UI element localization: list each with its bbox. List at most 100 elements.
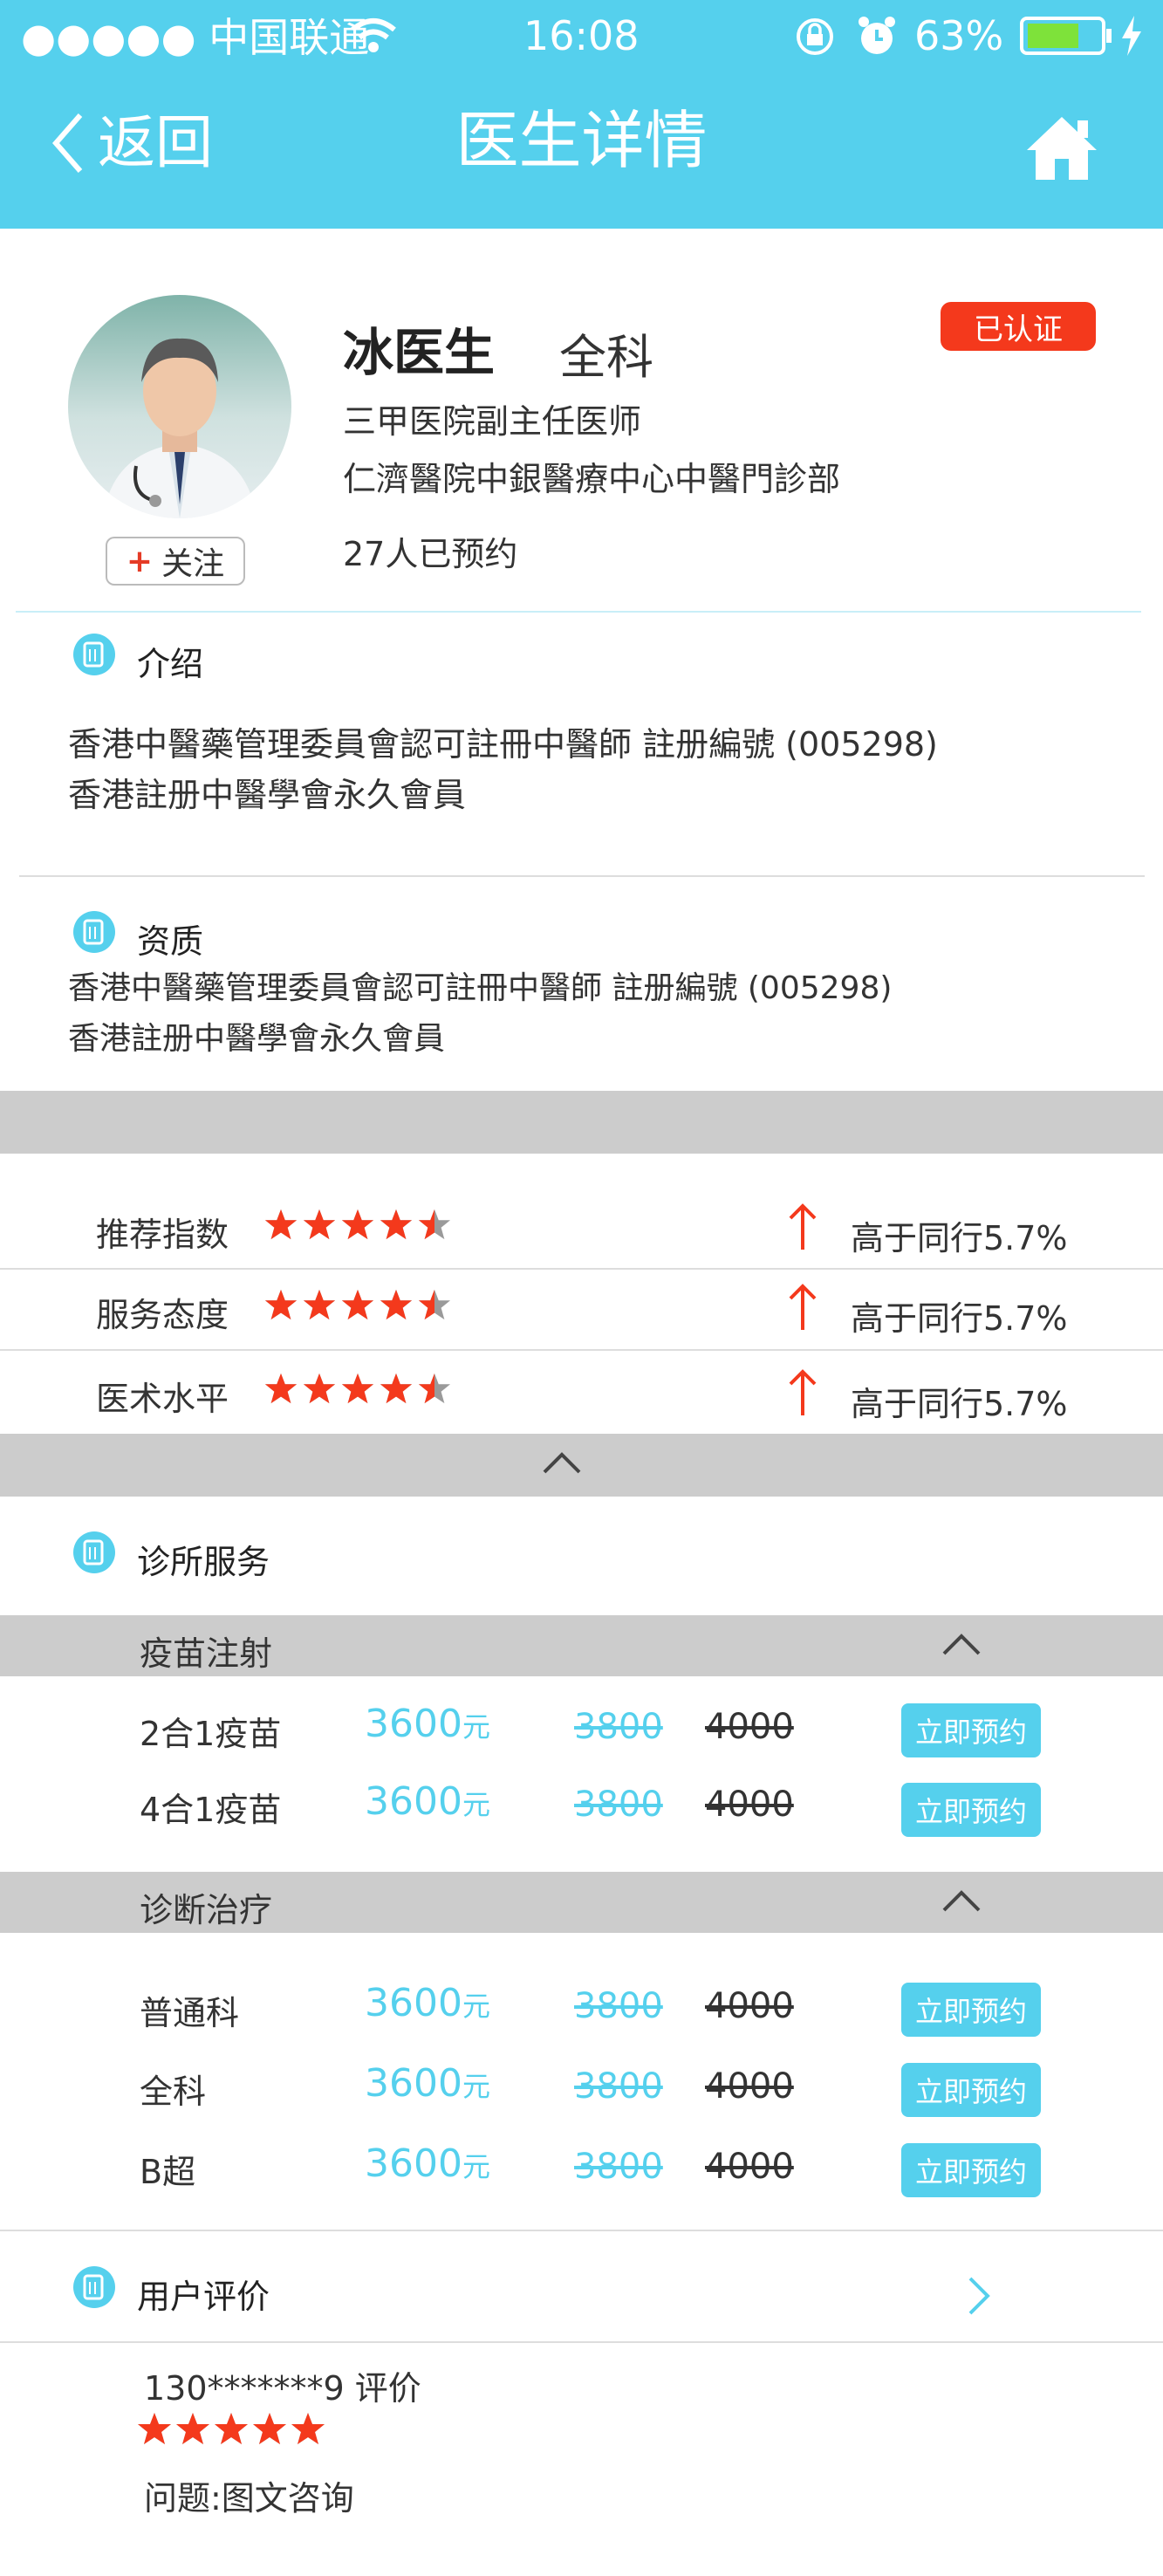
up-arrow-icon [787, 1368, 818, 1421]
star-icon [264, 1373, 298, 1404]
doctor-hospital: 仁濟醫院中銀醫療中心中醫門診部 [343, 460, 841, 498]
market-price: 4000 [705, 1986, 794, 2026]
alarm-icon [857, 14, 897, 61]
reviews-heading: 用户评价 [137, 2278, 270, 2316]
up-arrow-icon [787, 1202, 818, 1255]
battery-icon [1019, 14, 1115, 61]
review-stars [137, 2411, 325, 2449]
rotation-lock-icon [794, 16, 836, 61]
rating-stars [264, 1372, 451, 1408]
clock-time: 16:08 [523, 12, 640, 59]
divider [0, 1268, 1163, 1270]
star-icon [341, 1373, 374, 1404]
battery-percent: 63% [914, 12, 1004, 59]
qualification-line-2: 香港註册中醫學會永久會員 [68, 1021, 446, 1057]
document-icon [73, 911, 115, 953]
chevron-up-icon [543, 1452, 581, 1474]
doctor-title: 三甲医院副主任医师 [343, 402, 642, 441]
home-button[interactable] [1023, 113, 1100, 187]
collapse-bar[interactable] [0, 1434, 1163, 1497]
star-icon [291, 2413, 325, 2444]
market-price: 4000 [705, 2147, 794, 2187]
category-label: 疫苗注射 [140, 1634, 273, 1673]
star-icon [264, 1289, 298, 1320]
book-now-button[interactable]: 立即预约 [901, 1703, 1041, 1757]
rating-compare: 高于同行5.7% [851, 1219, 1068, 1257]
market-price: 4000 [705, 2066, 794, 2107]
rating-stars [264, 1208, 451, 1244]
section-separator [0, 1091, 1163, 1154]
market-price: 4000 [705, 1707, 794, 1747]
booked-count: 27人已预约 [343, 535, 518, 573]
review-question: 问题:图文咨询 [144, 2479, 354, 2518]
service-price: 3600元 [365, 1779, 490, 1824]
carrier-label: ●●●●● 中国联通 [21, 14, 370, 61]
reviews-row[interactable]: 用户评价 [0, 2231, 1163, 2341]
star-icon [264, 1209, 298, 1240]
star-icon [303, 1209, 336, 1240]
chevron-up-icon [942, 1634, 981, 1655]
follow-button[interactable]: + 关注 [106, 537, 245, 586]
star-icon [418, 1209, 451, 1240]
doctor-department: 全科 [559, 330, 653, 385]
book-now-button[interactable]: 立即预约 [901, 1983, 1041, 2037]
page-title: 医生详情 [455, 104, 708, 177]
doctor-avatar [68, 295, 291, 518]
original-price: 3800 [574, 2066, 663, 2107]
star-icon [138, 2413, 171, 2444]
rating-stars [264, 1288, 451, 1325]
chevron-right-icon [968, 2277, 990, 2315]
market-price: 4000 [705, 1785, 794, 1825]
star-icon [418, 1373, 451, 1404]
star-icon [341, 1289, 374, 1320]
star-icon [341, 1209, 374, 1240]
document-icon [73, 634, 115, 675]
original-price: 3800 [574, 2147, 663, 2187]
book-now-button[interactable]: 立即预约 [901, 1783, 1041, 1837]
original-price: 3800 [574, 1986, 663, 2026]
star-icon [253, 2413, 286, 2444]
service-name: 普通科 [140, 1994, 240, 2032]
service-name: 全科 [140, 2072, 207, 2111]
book-now-button[interactable]: 立即预约 [901, 2063, 1041, 2117]
plus-icon: + [126, 543, 154, 579]
services-heading: 诊所服务 [137, 1543, 270, 1581]
book-now-button[interactable]: 立即预约 [901, 2143, 1041, 2197]
divider [16, 611, 1141, 613]
service-price: 3600元 [365, 2141, 490, 2186]
rating-compare: 高于同行5.7% [851, 1385, 1068, 1423]
star-icon [215, 2413, 248, 2444]
doctor-name: 冰医生 [343, 323, 496, 382]
qualification-heading: 资质 [137, 922, 204, 961]
intro-line-1: 香港中醫藥管理委員會認可註冊中醫師 註册編號 (005298) [68, 725, 938, 764]
divider [0, 1349, 1163, 1351]
star-icon [303, 1289, 336, 1320]
original-price: 3800 [574, 1785, 663, 1825]
document-icon [73, 1531, 115, 1573]
wifi-icon [349, 16, 398, 59]
divider [0, 2341, 1163, 2343]
intro-heading: 介绍 [137, 645, 204, 683]
service-price: 3600元 [365, 1702, 490, 1746]
rating-compare: 高于同行5.7% [851, 1299, 1068, 1338]
rating-label: 服务态度 [96, 1296, 229, 1334]
service-name: 4合1疫苗 [140, 1791, 282, 1829]
star-icon [380, 1209, 413, 1240]
service-price: 3600元 [365, 1981, 490, 2025]
star-icon [380, 1373, 413, 1404]
up-arrow-icon [787, 1283, 818, 1335]
category-label: 诊断治疗 [140, 1891, 273, 1929]
intro-line-2: 香港註册中醫學會永久會員 [68, 776, 467, 814]
star-icon [176, 2413, 209, 2444]
service-name: 2合1疫苗 [140, 1715, 282, 1753]
star-icon [303, 1373, 336, 1404]
certified-badge: 已认证 [941, 302, 1096, 351]
original-price: 3800 [574, 1707, 663, 1747]
service-price: 3600元 [365, 2061, 490, 2106]
top-header: ●●●●● 中国联通 16:08 63% 返回 医生详情 [0, 0, 1163, 229]
rating-label: 推荐指数 [96, 1216, 229, 1254]
chevron-up-icon [942, 1890, 981, 1912]
follow-label: 关注 [161, 546, 225, 582]
document-icon [73, 2266, 115, 2308]
rating-label: 医术水平 [96, 1380, 229, 1418]
